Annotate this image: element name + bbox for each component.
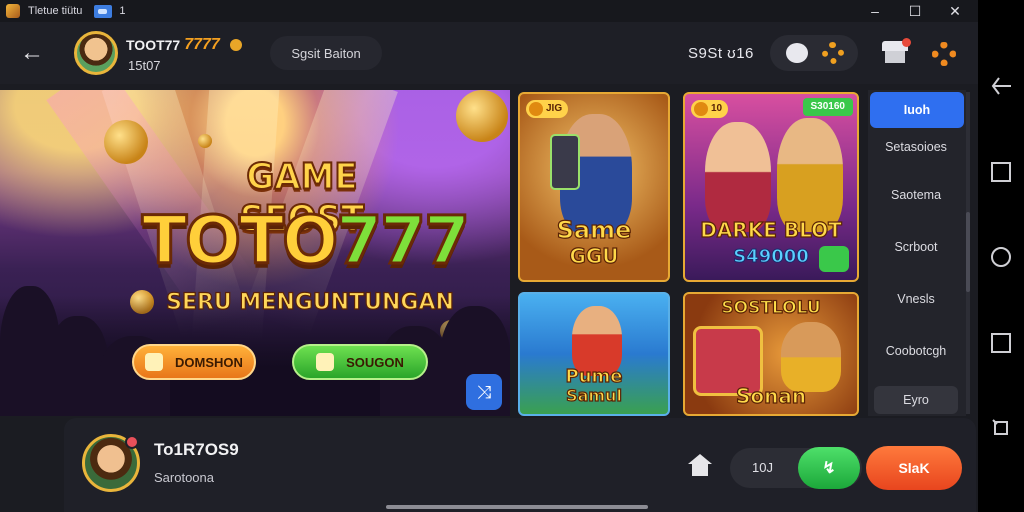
search-button[interactable]: Sgsit Baiton [270, 36, 382, 70]
game-card-1[interactable]: JIG Same GGU [518, 92, 670, 282]
gear-icon[interactable] [822, 42, 844, 64]
category-item-2[interactable]: Saotema [868, 188, 964, 202]
card-1-subtitle: GGU [569, 243, 619, 268]
card-2-badge: 10 [691, 100, 729, 118]
hero-banner[interactable]: GAME SEOST TOTO777 SERU MENGUNTUNGAN DOM… [0, 90, 510, 416]
game-card-4[interactable]: SOSTLOLU Sonan [683, 292, 859, 416]
tab-count: 1 [119, 5, 126, 17]
header-icon-pill [770, 35, 858, 71]
download-button-label: DOMSHON [175, 354, 243, 370]
hero-subtitle: SERU MENGUNTUNGAN [165, 289, 454, 315]
card-2-refresh-icon[interactable] [819, 246, 849, 272]
category-item-3[interactable]: Scrboot [868, 240, 964, 254]
game-card-2[interactable]: 10 S30160 DARKE BLOT S49000 [683, 92, 859, 282]
app-icon [6, 4, 20, 18]
category-scrollbar[interactable] [966, 92, 970, 414]
window-title: Tletue tiütu [28, 5, 83, 17]
nav-recent-icon[interactable] [991, 162, 1011, 182]
coin-icon [229, 39, 242, 51]
window-titlebar: Tletue tiütu 1 – ☐ ✕ [0, 0, 978, 22]
player-avatar[interactable] [82, 434, 140, 492]
share-icon[interactable]: ⤨ [466, 374, 502, 410]
balance-value: S9St ʊ16 [688, 45, 754, 62]
play-icon [316, 353, 335, 371]
home-icon[interactable] [688, 454, 712, 476]
game-card-3[interactable]: Pume Samul [518, 292, 670, 416]
shop-icon[interactable] [882, 38, 911, 65]
avatar[interactable] [74, 31, 118, 75]
category-list: Iuoh Setasoioes Saotema Scrboot Vnesls C… [868, 90, 966, 416]
card-3-subtitle: Samul [565, 385, 622, 405]
maximize-button[interactable]: ☐ [900, 0, 930, 22]
hero-title-777: 777 [335, 201, 472, 281]
download-icon [145, 353, 164, 371]
user-id: 15t07 [128, 58, 161, 73]
card-1-badge: JIG [526, 100, 569, 118]
category-active[interactable]: Iuoh [870, 92, 964, 128]
player-name: To1R7OS9 [154, 440, 239, 459]
notification-dot [902, 38, 911, 47]
card-2-tag: S30160 [802, 98, 853, 116]
tab-icon[interactable] [94, 4, 113, 18]
nav-home-icon[interactable] [991, 247, 1011, 267]
notification-dot [125, 435, 139, 449]
card-2-title: DARKE BLOT [700, 217, 843, 242]
count-value: 10J [752, 460, 773, 475]
category-item-1[interactable]: Setasoioes [868, 140, 964, 154]
username-text: TOOT77 [126, 37, 181, 53]
username-gold: 7777 [184, 36, 220, 53]
card-4-title: Sonan [735, 383, 807, 408]
nav-back-icon[interactable] [991, 76, 1013, 96]
download-button[interactable]: DOMSHON [132, 344, 256, 380]
start-button[interactable]: SlaK [866, 446, 962, 490]
settings-icon[interactable] [932, 42, 956, 66]
player-status: Sarotoona [154, 470, 214, 485]
nav-rotate-icon[interactable] [991, 418, 1011, 438]
category-item-4[interactable]: Vnesls [868, 292, 964, 306]
boost-button[interactable]: ↯ [798, 447, 860, 489]
hero-title-toto: TOTO [140, 201, 339, 281]
gesture-bar[interactable] [386, 505, 648, 509]
card-3-title: Pume [565, 365, 623, 387]
category-item-5[interactable]: Coobotcgh [868, 344, 964, 358]
minimize-button[interactable]: – [860, 0, 890, 22]
hero-title-line2: TOTO777 [140, 201, 472, 281]
android-nav-bar [978, 0, 1024, 512]
play-button-label: SOUGON [346, 354, 404, 370]
username: TOOT77 7777 [126, 36, 242, 54]
nav-overview-icon[interactable] [991, 333, 1011, 353]
back-icon[interactable]: ← [18, 39, 46, 67]
close-button[interactable]: ✕ [940, 0, 970, 22]
category-item-last[interactable]: Eyro [874, 386, 958, 414]
chat-icon[interactable] [786, 43, 808, 63]
card-4-top-title: SOSTLOLU [721, 297, 821, 318]
card-1-title: Same [556, 215, 632, 244]
play-button[interactable]: SOUGON [292, 344, 428, 380]
